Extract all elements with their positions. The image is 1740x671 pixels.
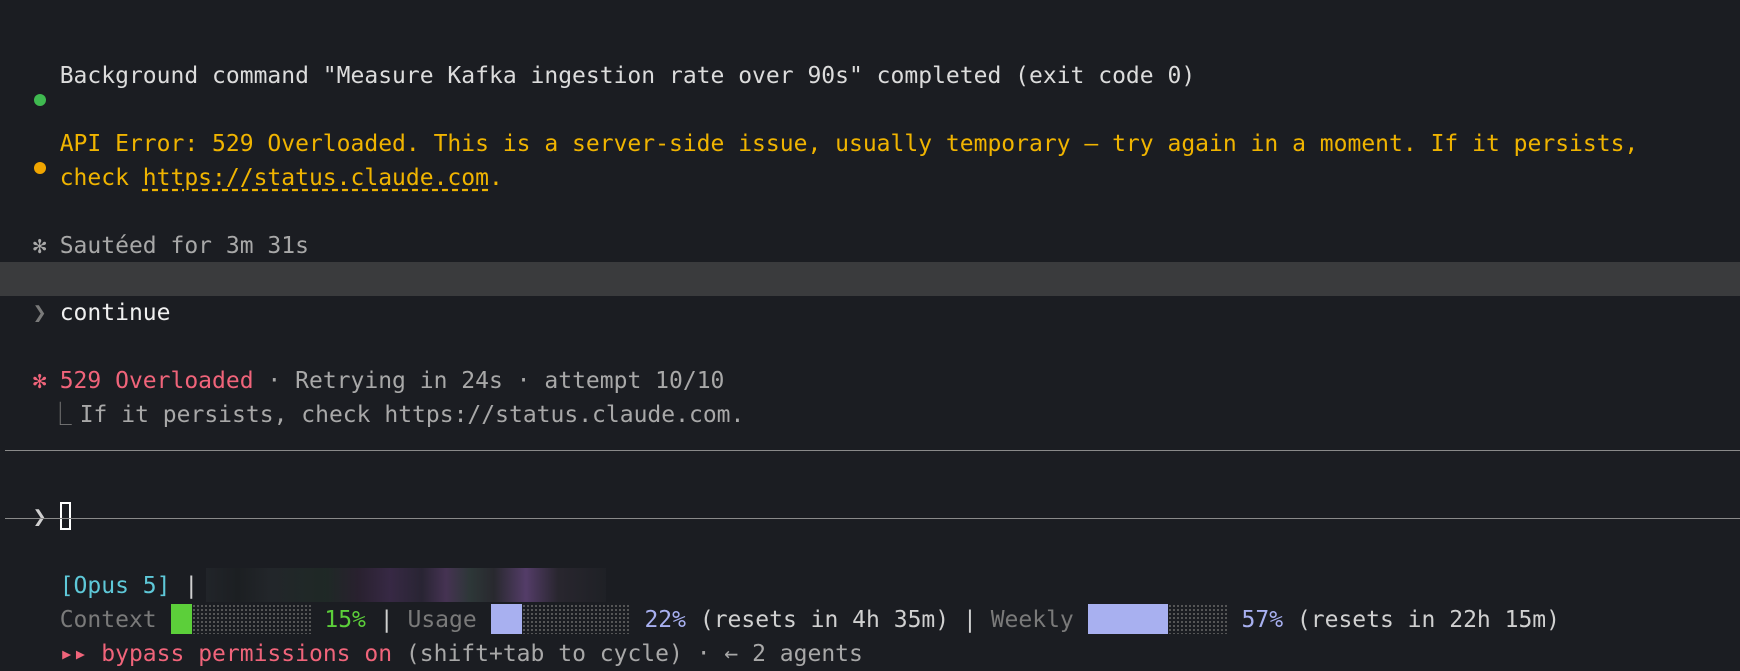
api-error-check: check [59,165,143,191]
retry-hint-row: ⎿ If it persists, check https://status.cl… [0,364,745,432]
user-prompt-text: continue [59,300,171,326]
api-error-period: . [488,165,503,191]
sauteed-text: Sautéed for 3m 31s [59,233,309,259]
weekly-bar [1087,603,1228,634]
input-top-divider [5,450,1740,451]
input-chevron-icon: ❯ [32,504,47,530]
tree-branch-icon: ⎿ [48,402,72,428]
status-line-permissions: ▸▸ bypass permissions on (shift+tab to c… [0,603,863,671]
weekly-percent: 57% [1241,607,1284,633]
input-row[interactable]: ❯ [0,466,71,534]
bg-command-message: Background command "Measure Kafka ingest… [0,25,1196,106]
input-bottom-divider [5,518,1740,519]
bypass-permissions-text: bypass permissions on [101,641,393,667]
bypass-hint: (shift+tab to cycle) · ← 2 agents [392,641,863,667]
user-prompt: ❯ continue [0,262,171,330]
bypass-arrows-icon: ▸▸ [59,641,88,667]
prompt-chevron-icon: ❯ [32,300,47,326]
weekly-reset: (resets in 22h 15m) [1296,607,1561,633]
input-cursor[interactable] [59,501,71,530]
bg-command-text: Background command "Measure Kafka ingest… [59,63,1196,89]
retry-hint: If it persists, check https://status.cla… [79,402,745,428]
weekly-label: Weekly [990,607,1074,633]
weekly-bar-fill [1087,603,1168,634]
status-link[interactable]: https://status.claude.com [143,165,489,191]
separator-2: | [962,607,977,633]
user-prompt-row [0,262,1740,296]
sauteed-message: ✻ Sautéed for 3m 31s [0,195,309,263]
api-error-message-cont: check https://status.claude.com. [0,127,503,195]
weekly-bar-empty [1167,603,1228,634]
asterisk-icon: ✻ [32,233,47,259]
